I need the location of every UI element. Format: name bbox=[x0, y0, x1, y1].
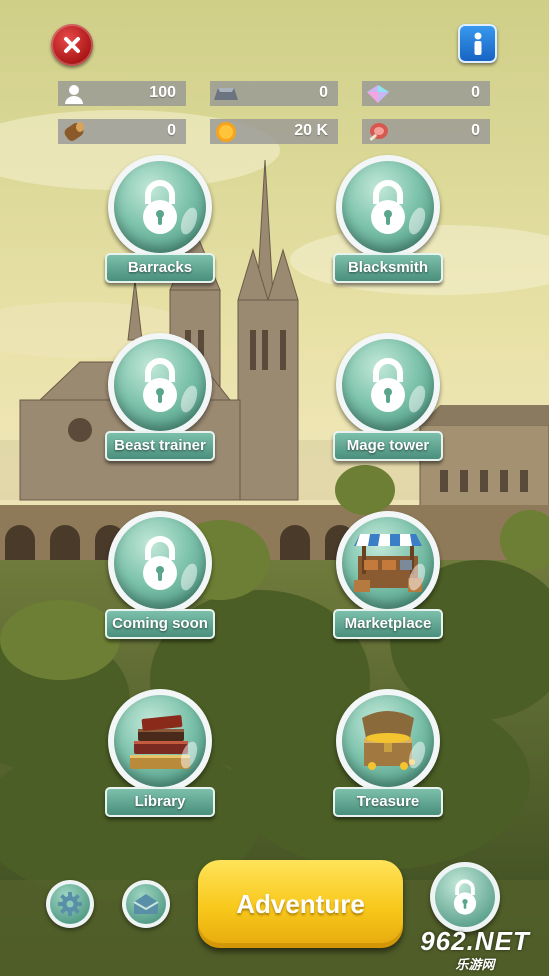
info-button[interactable] bbox=[458, 24, 497, 63]
resource-value: 0 bbox=[471, 84, 480, 101]
resource-population: 100 bbox=[58, 81, 186, 106]
close-icon bbox=[64, 37, 80, 53]
locked-feature-button[interactable] bbox=[430, 862, 500, 932]
building-library[interactable]: Library bbox=[105, 689, 219, 829]
lock-icon bbox=[371, 180, 405, 234]
building-label: Library bbox=[105, 787, 215, 817]
building-blacksmith[interactable]: Blacksmith bbox=[333, 155, 447, 295]
building-barracks[interactable]: Barracks bbox=[105, 155, 219, 295]
adventure-button[interactable]: Adventure bbox=[198, 860, 403, 948]
site-watermark: 962.NET 乐游网 bbox=[405, 926, 545, 972]
building-label: Barracks bbox=[105, 253, 215, 283]
lock-icon bbox=[143, 536, 177, 590]
resource-crystal: 0 bbox=[362, 81, 490, 106]
resource-value: 0 bbox=[167, 122, 176, 139]
resource-value: 20 K bbox=[294, 122, 328, 139]
settings-button[interactable] bbox=[46, 880, 94, 928]
treasure-chest-icon bbox=[362, 711, 415, 770]
lock-icon bbox=[453, 879, 477, 915]
building-marketplace[interactable]: Marketplace bbox=[333, 511, 447, 651]
building-label: Treasure bbox=[333, 787, 443, 817]
mail-button[interactable] bbox=[122, 880, 170, 928]
building-label: Mage tower bbox=[333, 431, 443, 461]
lock-icon bbox=[143, 358, 177, 412]
watermark-sub: 乐游网 bbox=[455, 956, 495, 972]
building-beast-trainer[interactable]: Beast trainer bbox=[105, 333, 219, 473]
books-icon bbox=[130, 715, 190, 769]
watermark-main: 962.NET bbox=[420, 925, 530, 956]
building-coming-soon[interactable]: Coming soon bbox=[105, 511, 219, 651]
gear-icon bbox=[58, 892, 82, 916]
population-icon bbox=[61, 81, 87, 106]
meat-icon bbox=[365, 119, 391, 144]
background-scenery bbox=[0, 0, 549, 976]
close-button[interactable] bbox=[51, 24, 93, 66]
crystal-icon bbox=[365, 81, 391, 106]
lock-icon bbox=[371, 358, 405, 412]
iron-icon bbox=[213, 81, 239, 106]
mail-icon bbox=[133, 894, 159, 914]
resource-meat: 0 bbox=[362, 119, 490, 144]
wood-icon bbox=[61, 119, 87, 144]
gold-coin-icon bbox=[213, 119, 239, 144]
resource-value: 0 bbox=[319, 84, 328, 101]
market-stall-icon bbox=[354, 534, 422, 592]
building-mage-tower[interactable]: Mage tower bbox=[333, 333, 447, 473]
resource-gold: 20 K bbox=[210, 119, 338, 144]
resource-value: 100 bbox=[149, 84, 176, 101]
resource-value: 0 bbox=[471, 122, 480, 139]
building-label: Coming soon bbox=[105, 609, 215, 639]
building-label: Beast trainer bbox=[105, 431, 215, 461]
info-icon bbox=[474, 32, 481, 55]
building-label: Blacksmith bbox=[333, 253, 443, 283]
building-label: Marketplace bbox=[333, 609, 443, 639]
resource-iron: 0 bbox=[210, 81, 338, 106]
lock-icon bbox=[143, 180, 177, 234]
resource-wood: 0 bbox=[58, 119, 186, 144]
building-treasure[interactable]: Treasure bbox=[333, 689, 447, 829]
